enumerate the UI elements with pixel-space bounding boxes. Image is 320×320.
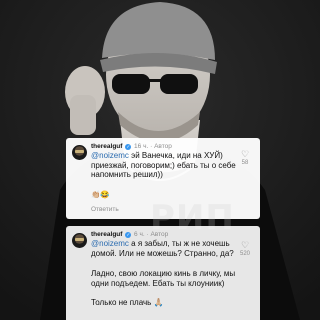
- timestamp: 16 ч.: [134, 143, 149, 150]
- comment-header: therealguf ✓ 6 ч. · Автор: [91, 231, 169, 238]
- emoji-line: 👏🏼😂: [91, 190, 110, 199]
- avatar[interactable]: [72, 145, 87, 160]
- comment-text-paragraph-3: Только не плачь 🙏🏼: [91, 298, 164, 307]
- comment-text: @noizemc а я забыл, ты ж не хочешь домой…: [91, 239, 234, 258]
- like-control[interactable]: ♡ 520: [238, 240, 252, 258]
- like-count: 520: [239, 251, 250, 257]
- mention-link[interactable]: @noizemc: [91, 239, 129, 248]
- comment-card-2: therealguf ✓ 6 ч. · Автор @noizemc а я з…: [66, 226, 260, 320]
- like-control[interactable]: ♡ 58: [238, 149, 252, 167]
- author-badge: Автор: [154, 143, 172, 150]
- heart-outline-icon[interactable]: ♡: [238, 149, 252, 159]
- mention-link[interactable]: @noizemc: [91, 151, 129, 160]
- username[interactable]: therealguf: [91, 143, 122, 150]
- author-badge: Автор: [150, 231, 169, 238]
- like-count: 58: [241, 160, 249, 166]
- heart-outline-icon[interactable]: ♡: [238, 240, 252, 250]
- timestamp: 6 ч.: [134, 231, 145, 238]
- verified-badge-icon: ✓: [125, 232, 132, 238]
- comment-text: @noizemc эй Ванечка, иди на ХУЙ) приезжа…: [91, 151, 236, 180]
- reply-button[interactable]: Ответить: [91, 206, 119, 214]
- comment-text-paragraph-2: Ладно, свою локацию кинь в личку, мы одн…: [91, 269, 236, 288]
- comment-header: therealguf ✓ 16 ч. · Автор: [91, 143, 172, 150]
- verified-badge-icon: ✓: [125, 144, 132, 150]
- avatar[interactable]: [72, 233, 87, 248]
- username[interactable]: therealguf: [91, 231, 122, 238]
